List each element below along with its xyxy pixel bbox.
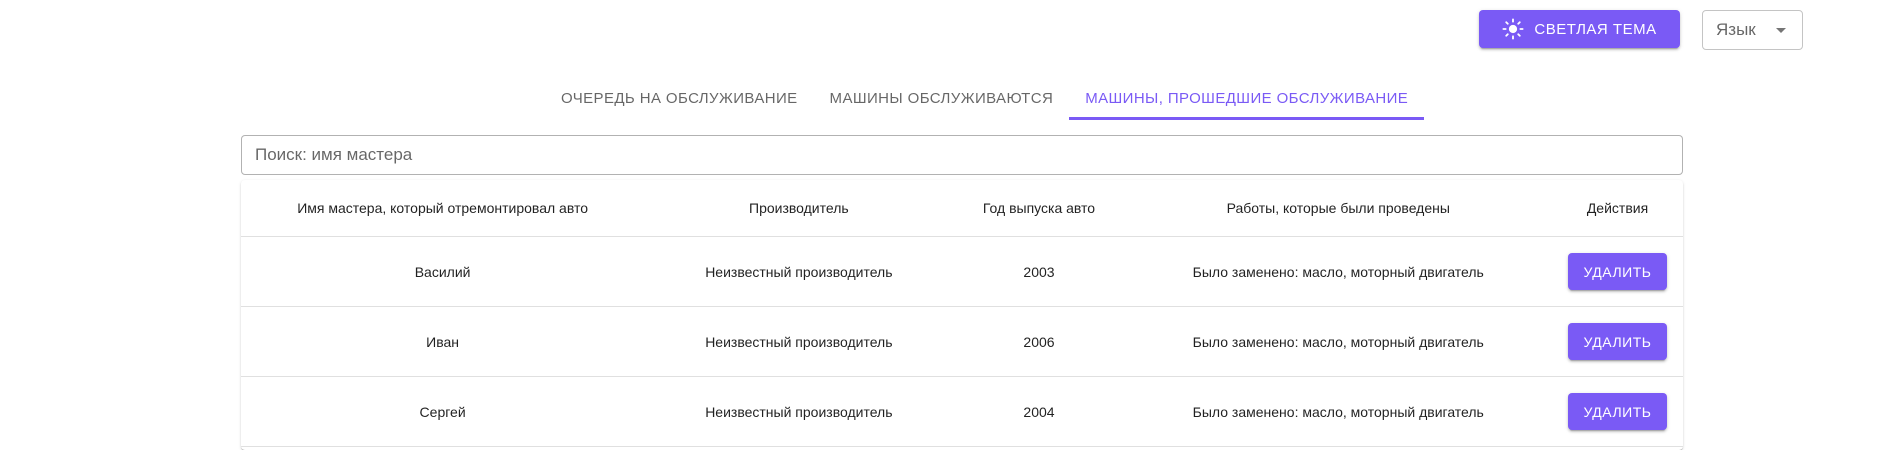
- search-input[interactable]: [241, 135, 1683, 175]
- cell-maker: Неизвестный производитель: [644, 306, 954, 377]
- column-header-actions: Действия: [1552, 180, 1683, 237]
- cell-actions: Удалить: [1552, 376, 1683, 447]
- column-header-works: Работы, которые были проведены: [1124, 180, 1552, 237]
- serviced-cars-table: Имя мастера, который отремонтировал авто…: [241, 180, 1683, 450]
- tabs-bar: Очередь на обслуживание Машины обслужива…: [545, 76, 1425, 120]
- table-row: Сергей Неизвестный производитель 2004 Бы…: [241, 376, 1683, 447]
- delete-button[interactable]: Удалить: [1568, 393, 1667, 430]
- cell-actions: Удалить: [1552, 236, 1683, 307]
- tab-cars-in-service[interactable]: Машины обслуживаются: [814, 76, 1070, 120]
- cell-master: Иван: [241, 306, 645, 377]
- caret-down-icon: [1776, 28, 1786, 33]
- tab-service-queue[interactable]: Очередь на обслуживание: [545, 76, 814, 120]
- cell-works: Было заменено: масло, моторный двигатель: [1124, 376, 1552, 447]
- cell-year: 2006: [953, 306, 1125, 377]
- cell-year: 2004: [953, 376, 1125, 447]
- theme-toggle-button[interactable]: Светлая тема: [1479, 10, 1680, 48]
- table-header-row: Имя мастера, который отремонтировал авто…: [241, 180, 1683, 237]
- tab-label: Машины обслуживаются: [829, 89, 1054, 107]
- cell-works: Было заменено: масло, моторный двигатель: [1124, 306, 1552, 377]
- cell-actions: Удалить: [1552, 306, 1683, 377]
- column-header-maker: Производитель: [644, 180, 954, 237]
- cell-year: 2003: [953, 236, 1125, 307]
- column-header-master: Имя мастера, который отремонтировал авто: [241, 180, 645, 237]
- cell-master: Сергей: [241, 376, 645, 447]
- language-select[interactable]: Язык: [1702, 10, 1803, 50]
- tab-serviced-cars[interactable]: Машины, прошедшие обслуживание: [1069, 76, 1425, 120]
- cell-maker: Неизвестный производитель: [644, 376, 954, 447]
- cell-master: Василий: [241, 236, 645, 307]
- cell-maker: Неизвестный производитель: [644, 236, 954, 307]
- tab-label: Очередь на обслуживание: [561, 89, 798, 107]
- theme-toggle-label: Светлая тема: [1534, 20, 1657, 38]
- table-row: Иван Неизвестный производитель 2006 Было…: [241, 306, 1683, 377]
- language-select-value: Язык: [1716, 20, 1756, 39]
- cell-works: Было заменено: масло, моторный двигатель: [1124, 236, 1552, 307]
- column-header-year: Год выпуска авто: [953, 180, 1125, 237]
- delete-button[interactable]: Удалить: [1568, 323, 1667, 360]
- delete-button[interactable]: Удалить: [1568, 253, 1667, 290]
- tab-label: Машины, прошедшие обслуживание: [1085, 89, 1409, 107]
- table-row: Василий Неизвестный производитель 2003 Б…: [241, 236, 1683, 307]
- sun-icon: [1502, 18, 1524, 40]
